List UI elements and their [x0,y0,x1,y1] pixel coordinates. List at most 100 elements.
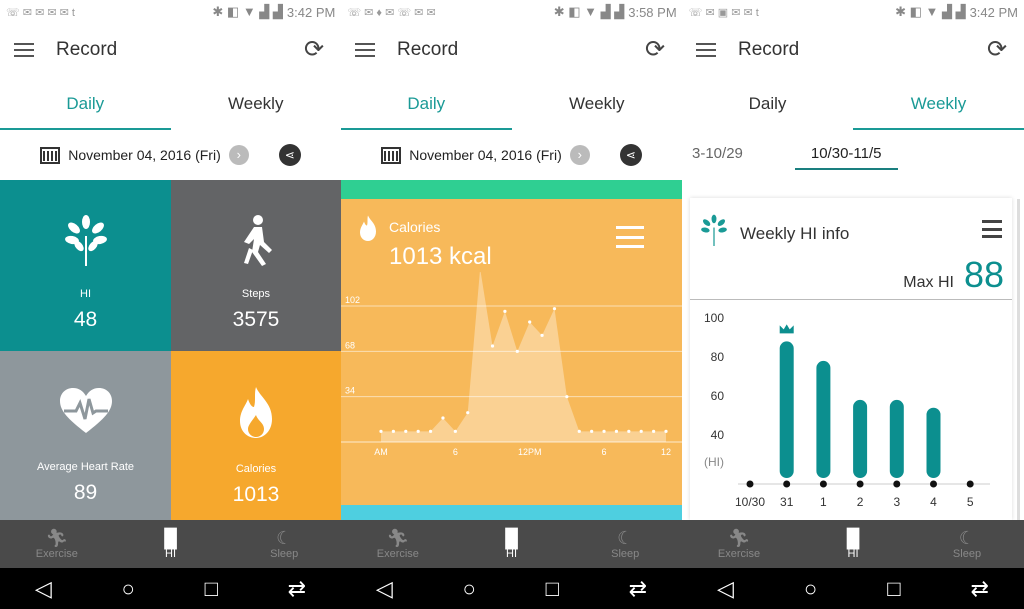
home-icon[interactable]: ○ [463,576,476,602]
crown-icon [779,324,794,334]
tab-daily[interactable]: Daily [341,76,512,130]
tab-weekly[interactable]: Weekly [853,76,1024,130]
share-icon[interactable]: ⋖ [278,144,301,166]
tab-daily[interactable]: Daily [0,76,171,130]
nav-hi[interactable]: ▐▌ HI [455,520,569,568]
tab-weekly[interactable]: Weekly [512,76,683,130]
recents-icon[interactable]: □ [205,576,218,602]
current-week-range[interactable]: 10/30-11/5 [794,145,898,170]
nav-sleep[interactable]: ☾ Sleep [568,520,682,568]
recents-icon[interactable]: □ [546,576,559,602]
day-dot [783,480,791,488]
tree-icon [64,215,107,266]
menu-icon[interactable] [696,43,716,57]
top-strip [341,180,682,199]
nav-hi[interactable]: ▐▌ HI [796,520,910,568]
refresh-icon[interactable]: ⟳ [984,37,1010,63]
tabs: Daily Weekly [0,76,341,130]
refresh-icon[interactable]: ⟳ [642,37,668,63]
week-selector: 3-10/29 10/30-11/5 [682,130,1024,170]
bottom-nav: 🏃︎ Exercise ▐▌ HI ☾ Sleep [682,520,1024,568]
day-dot [819,480,827,488]
prev-week-range[interactable]: 3-10/29 [692,145,743,170]
nav-exercise-label: Exercise [717,548,761,560]
recents-icon[interactable]: □ [887,576,900,602]
home-icon[interactable]: ○ [804,576,817,602]
system-nav-group: ◁ ○ □ ⇄ [682,568,1024,609]
moon-icon: ☾ [617,528,634,548]
divider [690,299,1012,300]
nav-exercise[interactable]: 🏃︎ Exercise [682,520,796,568]
tile-calories[interactable]: Calories 1013 [171,351,341,520]
menu-icon[interactable] [355,43,375,57]
nav-hi[interactable]: ▐▌ HI [114,520,228,568]
app-title: Record [738,39,800,60]
tabs: Daily Weekly [682,76,1024,130]
tile-steps[interactable]: Steps 3575 [171,180,341,351]
moon-icon: ☾ [958,528,976,548]
hi-bar[interactable] [889,399,904,478]
signal-icons: ✱ ◧ ▼ ▟ ▟ [212,4,283,19]
next-date-icon[interactable]: › [569,145,590,165]
calories-card-value: 1013 kcal [389,243,492,270]
back-icon[interactable]: ◁ [717,576,734,602]
refresh-icon[interactable]: ⟳ [301,37,327,63]
tile-heart-rate[interactable]: Average Heart Rate 89 [0,351,171,520]
x-tick-label: 12 [661,447,671,457]
notification-icons: ☏ ✉ ▣ ✉ ✉ t [688,6,759,19]
nav-sleep[interactable]: ☾ Sleep [910,520,1024,568]
running-icon: 🏃︎ [45,528,69,548]
tabs: Daily Weekly [341,76,682,130]
y-tick-label: 68 [345,340,355,350]
data-point [490,344,495,348]
switch-app-icon[interactable]: ⇄ [971,576,989,602]
calendar-icon[interactable] [381,146,402,164]
switch-app-icon[interactable]: ⇄ [629,576,647,602]
scrollbar[interactable] [1017,199,1020,529]
list-icon[interactable] [616,226,644,248]
tile-calories-label: Calories [235,463,277,475]
menu-icon[interactable] [14,43,34,57]
y-tick-label: 102 [345,295,360,305]
tab-daily[interactable]: Daily [682,76,853,130]
walking-icon [244,215,272,266]
tile-heart-rate-value: 89 [73,481,98,504]
back-icon[interactable]: ◁ [35,576,52,602]
back-icon[interactable]: ◁ [376,576,393,602]
max-hi-label: Max HI [903,274,954,291]
status-bar: ☏ ✉ ✉ ✉ ✉ t ✱ ◧ ▼ ▟ ▟ 3:42 PM [0,0,341,24]
day-dot [893,480,901,488]
x-tick-label: 1 [820,495,827,509]
x-tick-label: 6 [453,447,458,457]
data-point [503,309,507,313]
hi-bar[interactable] [926,407,941,478]
tile-hi[interactable]: HI 48 [0,180,171,351]
nav-sleep[interactable]: ☾ Sleep [227,520,341,568]
status-bar-row: ☏ ✉ ✉ ✉ ✉ t ✱ ◧ ▼ ▟ ▟ 3:42 PM ☏ ✉ ♦ ✉ ☏ … [0,0,1024,24]
list-icon[interactable] [982,220,1002,238]
data-point [602,429,606,433]
next-date-icon[interactable]: › [228,145,249,165]
switch-app-icon[interactable]: ⇄ [288,576,306,602]
hi-bar[interactable] [853,399,868,478]
nav-sleep-label: Sleep [611,548,640,560]
nav-exercise[interactable]: 🏃︎ Exercise [341,520,455,568]
data-point [565,395,569,399]
calendar-icon[interactable] [40,146,61,164]
data-point [379,429,383,433]
flame-icon [240,387,272,438]
tile-steps-value: 3575 [232,308,280,331]
bar-chart-icon: ▐▌ [840,528,866,548]
hi-bar[interactable] [816,360,831,478]
running-icon: 🏃︎ [727,528,751,548]
date-bar: November 04, 2016 (Fri) › ⋖ [341,130,682,180]
panel-daily-calories: Record ⟳ Daily Weekly November 04, 2016 … [341,24,682,568]
nav-exercise[interactable]: 🏃︎ Exercise [0,520,114,568]
heart-rate-icon [59,388,112,433]
tab-weekly[interactable]: Weekly [171,76,342,130]
home-icon[interactable]: ○ [122,576,135,602]
share-icon[interactable]: ⋖ [619,144,642,166]
hi-bar[interactable] [779,341,794,478]
status-right: ✱ ◧ ▼ ▟ ▟ 3:58 PM [554,4,677,20]
y-tick-label: 100 [704,311,724,325]
